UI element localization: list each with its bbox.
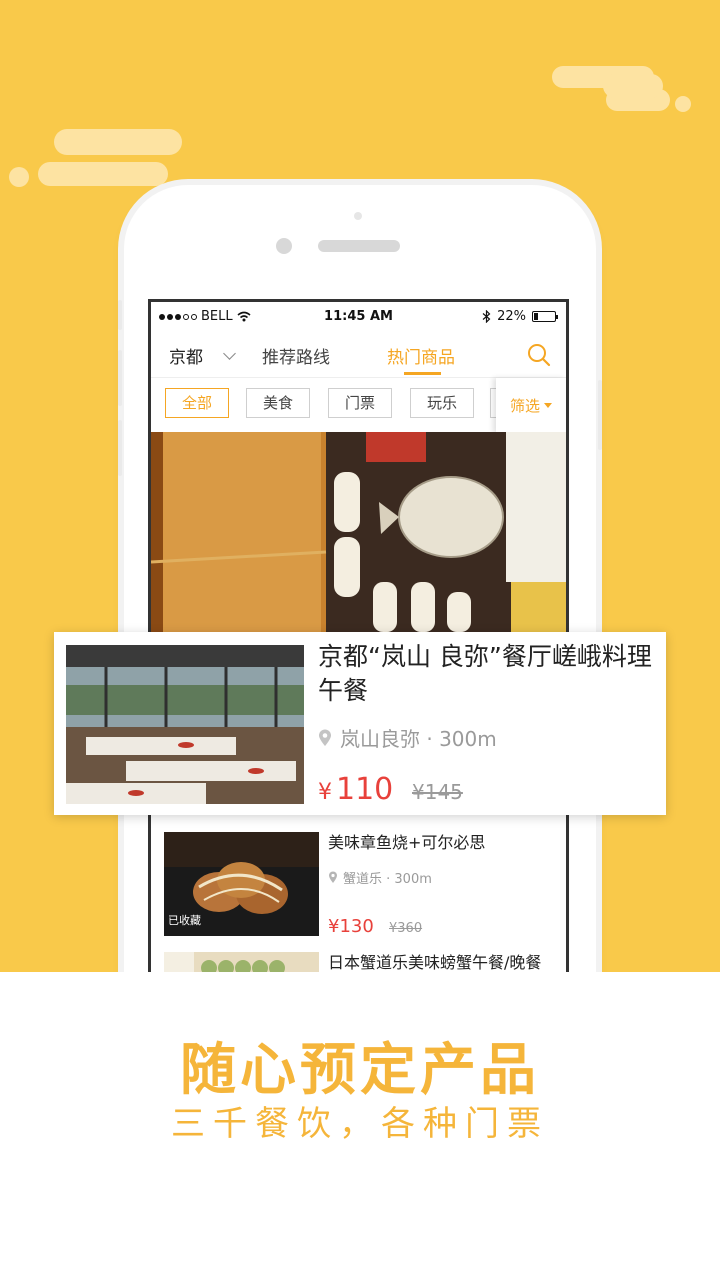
list-item[interactable]: 日本蟹道乐美味螃蟹午餐/晚餐套餐	[164, 952, 559, 972]
phone-button	[118, 420, 122, 476]
phone-speaker	[318, 240, 400, 252]
cloud-decoration	[54, 129, 182, 155]
cloud-decoration	[675, 96, 691, 112]
bluetooth-icon	[482, 310, 491, 323]
status-right: 22%	[482, 309, 558, 324]
chevron-down-icon	[223, 346, 236, 360]
featured-product-image	[66, 645, 304, 804]
search-icon	[528, 344, 551, 367]
list-item-old-price: ¥360	[389, 921, 423, 936]
filter-chip-fun[interactable]: 玩乐	[410, 388, 474, 418]
filter-label: 筛选	[509, 397, 540, 415]
filter-bar: 全部 美食 门票 玩乐 筛选	[151, 377, 566, 433]
cloud-decoration	[603, 74, 663, 98]
filter-chip-food[interactable]: 美食	[246, 388, 310, 418]
location-pin-icon	[319, 729, 331, 746]
cloud-decoration	[9, 167, 29, 187]
location-pin-icon	[329, 871, 337, 883]
list-item-title: 日本蟹道乐美味螃蟹午餐/晚餐套餐	[328, 953, 542, 972]
active-tab-indicator	[404, 372, 441, 375]
saved-tag: 已收藏	[168, 914, 201, 927]
list-item-location-text: 蟹道乐 · 300m	[343, 872, 432, 887]
izakaya-illustration	[151, 432, 566, 632]
city-label: 京都	[169, 348, 203, 368]
phone-button	[118, 300, 122, 330]
phone-button	[598, 380, 602, 450]
list-item-location: 蟹道乐 · 300m	[328, 868, 432, 887]
cloud-decoration	[38, 162, 168, 186]
nav-bar: 京都 推荐路线 热门商品	[151, 334, 566, 376]
featured-product-card[interactable]: 京都“岚山 良弥”餐厅嵯峨料理午餐 岚山良弥 · 300m ¥110 ¥145	[54, 632, 666, 815]
search-button[interactable]	[526, 342, 552, 368]
list-item-price: ¥130	[328, 916, 374, 937]
featured-price-currency: ¥	[318, 780, 332, 805]
phone-button	[118, 350, 122, 406]
featured-price-value: 110	[336, 772, 394, 807]
status-bar: BELL 11:45 AM 22%	[151, 302, 566, 332]
battery-icon	[532, 311, 558, 322]
featured-product-title: 京都“岚山 良弥”餐厅嵯峨料理午餐	[318, 642, 652, 705]
list-item-title: 美味章鱼烧+可尔必思	[328, 833, 486, 852]
tab-recommended-routes[interactable]: 推荐路线	[262, 343, 330, 368]
battery-label: 22%	[497, 309, 526, 324]
takoyaki-image: 已收藏	[164, 832, 319, 936]
dropdown-arrow-icon	[544, 403, 552, 408]
filter-chip-all[interactable]: 全部	[165, 388, 229, 418]
crab-meal-illustration	[164, 952, 319, 972]
phone-camera	[276, 238, 292, 254]
crab-meal-image	[164, 952, 319, 972]
yellow-background: BELL 11:45 AM 22% 京都 推荐路线 热门商品 全部 美食 门票 …	[0, 0, 720, 972]
banner-image[interactable]	[151, 432, 566, 632]
filter-button[interactable]: 筛选	[496, 378, 566, 433]
restaurant-interior-illustration	[66, 645, 304, 804]
marketing-subline: 三千餐饮，各种门票	[171, 1104, 549, 1144]
featured-product-location: 岚山良弥 · 300m	[318, 723, 497, 752]
list-item[interactable]: 已收藏 美味章鱼烧+可尔必思 蟹道乐 · 300m ¥130 ¥360	[164, 832, 559, 942]
marketing-headline: 随心预定产品	[180, 1038, 540, 1103]
tab-hot-products[interactable]: 热门商品	[387, 343, 455, 368]
featured-old-price: ¥145	[412, 780, 463, 804]
city-selector[interactable]: 京都	[169, 343, 236, 368]
featured-price: ¥110	[318, 772, 393, 807]
featured-location-text: 岚山良弥 · 300m	[340, 727, 497, 751]
phone-sensor	[354, 212, 362, 220]
filter-chip-tickets[interactable]: 门票	[328, 388, 392, 418]
battery-fill	[534, 313, 538, 320]
